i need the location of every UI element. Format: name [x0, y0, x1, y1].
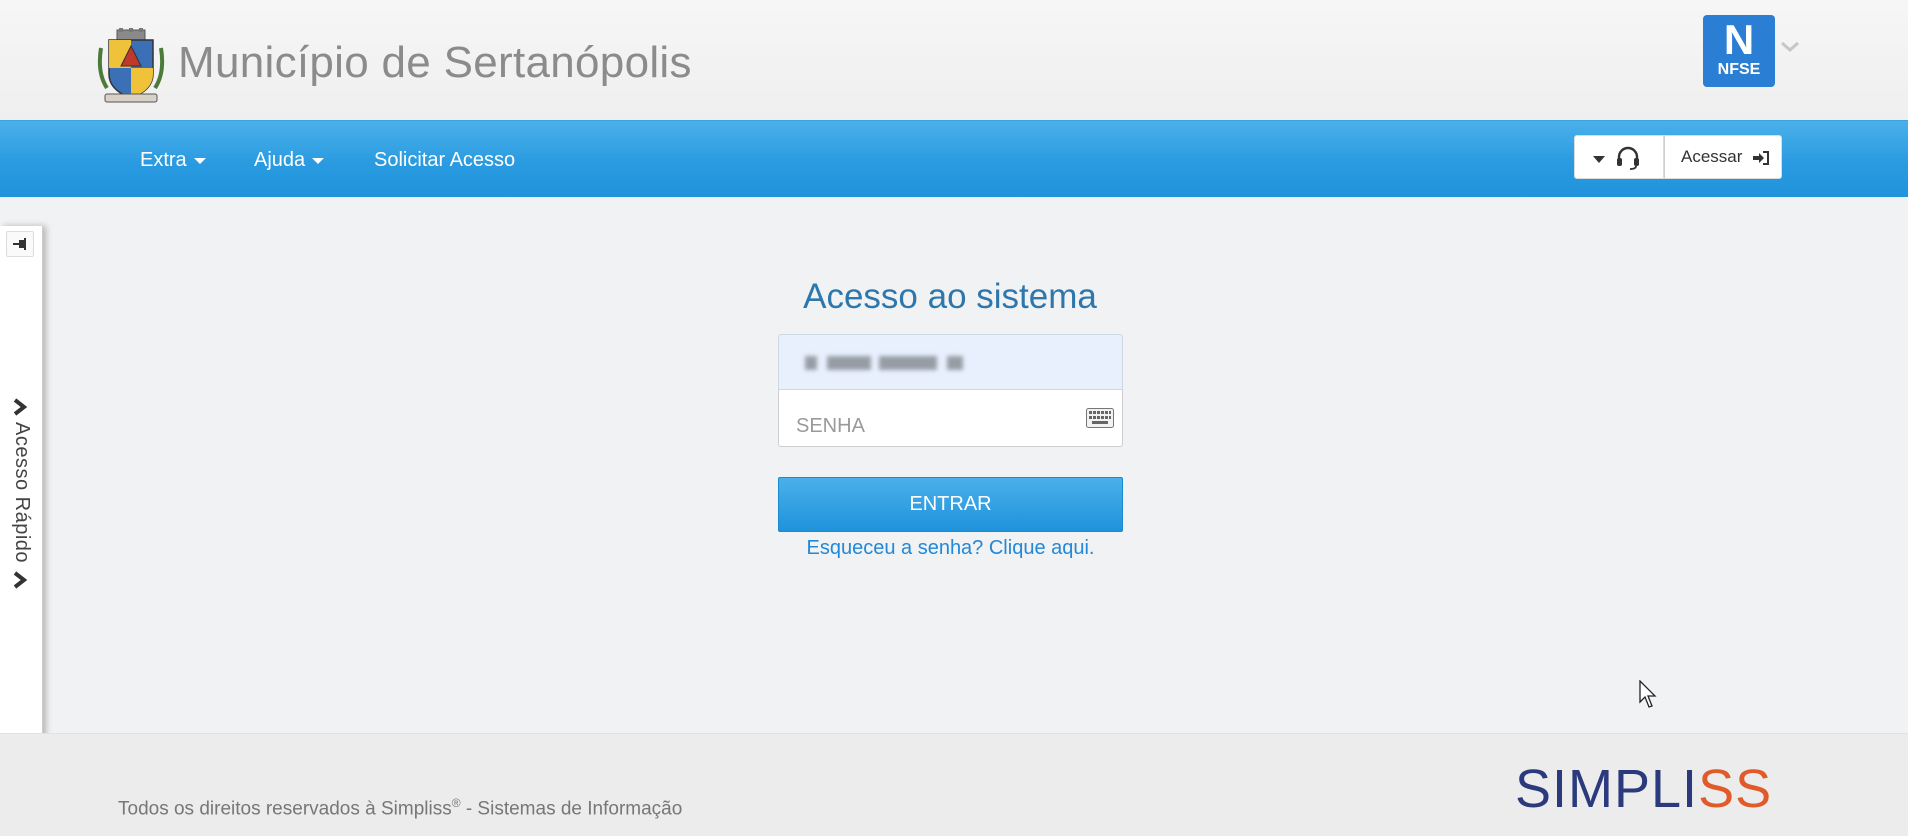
logo-part-2: SS [1698, 759, 1773, 819]
redacted-text [805, 356, 817, 370]
username-input[interactable] [778, 334, 1123, 390]
simpliss-logo[interactable]: SIMPLISS [1515, 762, 1772, 816]
chevron-right-icon [13, 571, 28, 589]
footer: Todos os direitos reservados à Simpliss®… [0, 733, 1908, 836]
redacted-text [879, 356, 937, 370]
support-dropdown-button[interactable] [1574, 135, 1664, 179]
copyright-text: Todos os direitos reservados à Simpliss®… [118, 796, 682, 820]
acessar-button[interactable]: Acessar [1664, 135, 1782, 179]
headset-icon [1617, 146, 1639, 170]
redacted-text [947, 356, 963, 370]
header: Município de Sertanópolis N NFSE [0, 0, 1908, 120]
copyright-suffix: - Sistemas de Informação [460, 798, 683, 820]
page-title: Município de Sertanópolis [178, 38, 692, 87]
crest-icon [97, 28, 165, 103]
entrar-button[interactable]: ENTRAR [778, 477, 1123, 532]
copyright-prefix: Todos os direitos reservados à Simpliss [118, 798, 452, 820]
nfse-badge-text: NFSE [1717, 61, 1761, 78]
quick-access-label: Acesso Rápido [11, 422, 33, 564]
registered-mark: ® [451, 796, 461, 810]
password-input[interactable] [778, 390, 1123, 447]
nav-item-ajuda[interactable]: Ajuda [254, 149, 325, 172]
acessar-button-label: Acessar [1681, 147, 1743, 166]
main-navbar: Extra Ajuda Solicitar Acesso Acessar [0, 120, 1908, 197]
caret-down-icon [312, 157, 325, 164]
nav-item-extra[interactable]: Extra [140, 149, 206, 172]
nav-item-label: Ajuda [254, 149, 306, 171]
nav-item-label: Extra [140, 149, 187, 171]
redacted-text [827, 356, 871, 370]
mouse-cursor-icon [1639, 680, 1657, 708]
sign-in-icon [1753, 151, 1769, 165]
nfse-badge-letter: N [1723, 16, 1755, 63]
nav-item-label: Solicitar Acesso [374, 149, 516, 171]
login-title: Acesso ao sistema [803, 277, 1097, 316]
caret-down-icon [1593, 156, 1605, 163]
keyboard-icon[interactable] [1086, 408, 1114, 428]
nfse-badge[interactable]: N NFSE [1703, 15, 1775, 87]
chevron-down-icon[interactable] [1780, 40, 1800, 54]
nav-item-solicitar-acesso[interactable]: Solicitar Acesso [374, 149, 515, 172]
forgot-password-link[interactable]: Esqueceu a senha? Clique aqui. [778, 537, 1123, 560]
pin-icon [13, 238, 26, 250]
caret-down-icon [193, 157, 206, 164]
logo-part-1: SIMPLI [1515, 759, 1699, 819]
pin-button[interactable] [6, 231, 34, 257]
chevron-right-icon [13, 398, 28, 416]
